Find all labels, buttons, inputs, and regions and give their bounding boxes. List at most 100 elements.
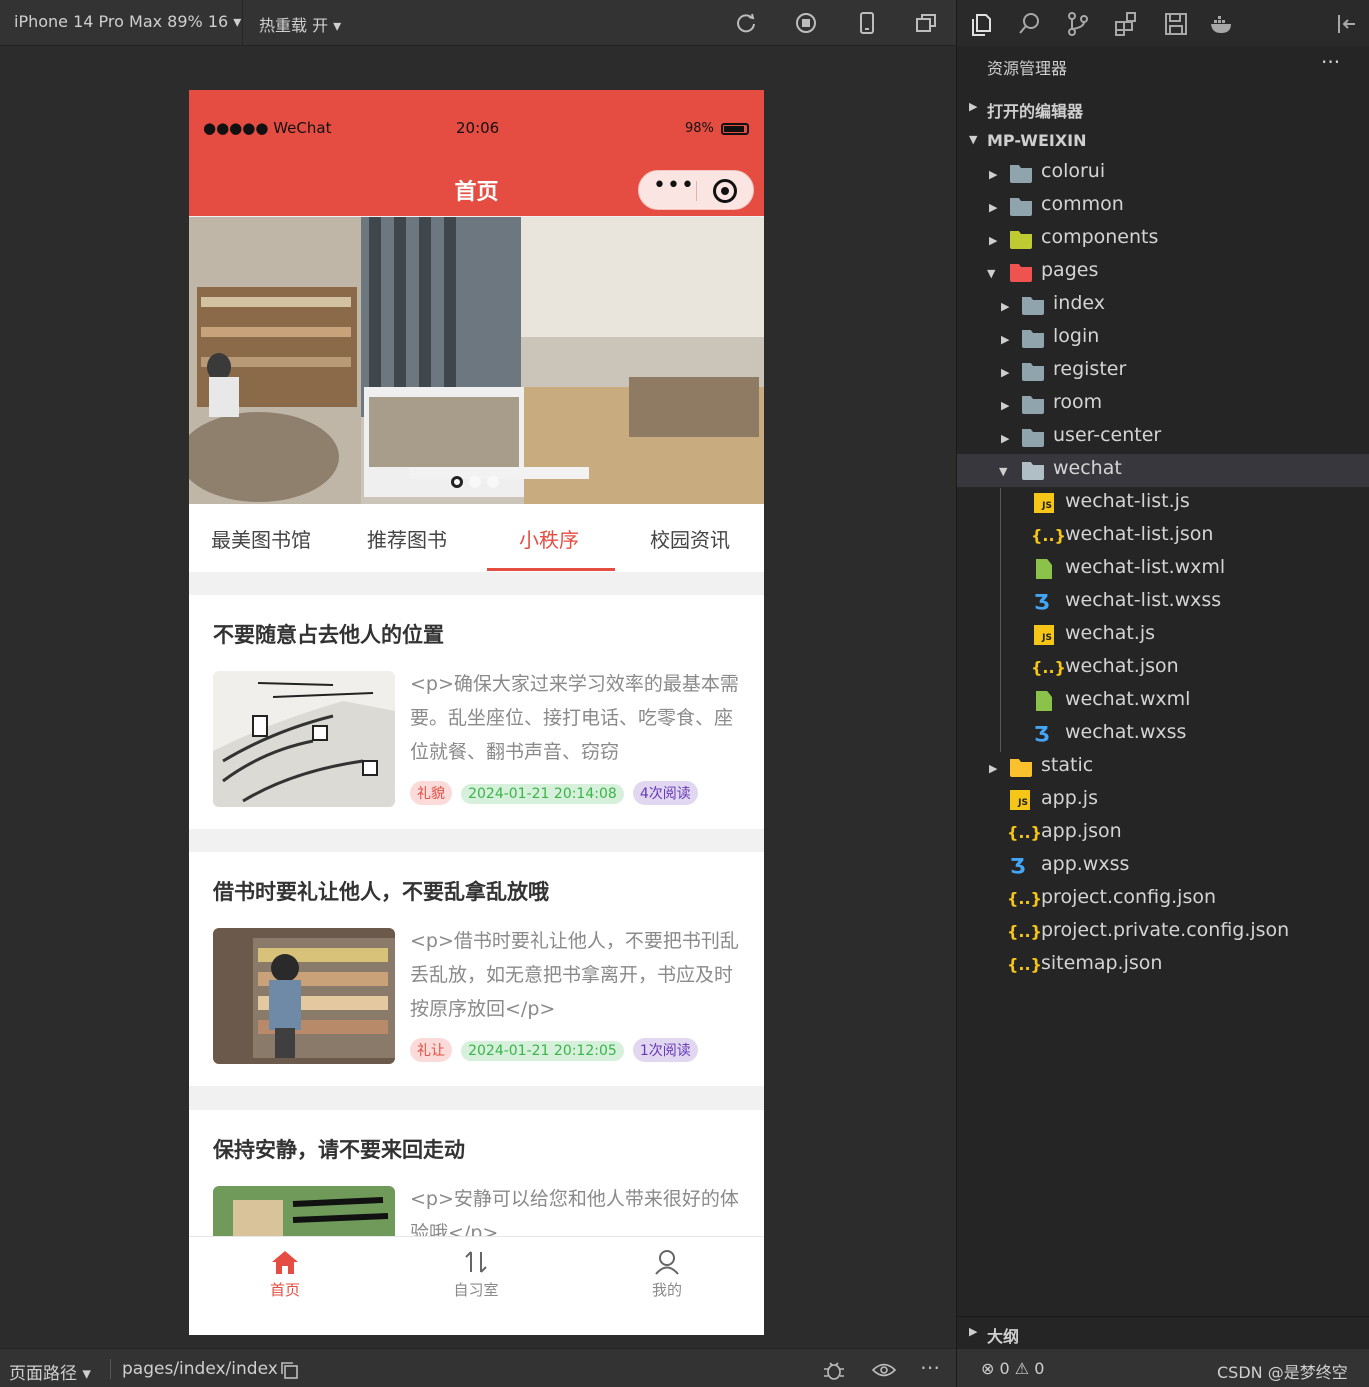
json-file-icon: {..} bbox=[1031, 658, 1066, 677]
tree-item-file[interactable]: {..} project.private.config.json bbox=[957, 916, 1369, 949]
collapse-panel-icon[interactable] bbox=[1335, 11, 1361, 37]
explorer-icon[interactable] bbox=[969, 11, 995, 37]
swiper-dot-active[interactable] bbox=[451, 476, 463, 488]
simulator-toolbar: iPhone 14 Pro Max 89% 16 ▾ 热重载 开 ▾ bbox=[0, 0, 956, 46]
eye-icon[interactable] bbox=[871, 1361, 897, 1383]
tree-item-folder[interactable]: ▶ user-center bbox=[957, 421, 1369, 454]
save-icon[interactable] bbox=[1163, 11, 1189, 37]
article-card[interactable]: 借书时要礼让他人，不要乱拿乱放哦 <p>借书时要礼让他人，不要把书刊乱丢乱放，如… bbox=[189, 852, 764, 1086]
phone-icon[interactable] bbox=[856, 12, 878, 34]
swiper-dot[interactable] bbox=[469, 476, 481, 488]
tree-item-label: wechat.json bbox=[1065, 655, 1179, 677]
device-selector[interactable]: iPhone 14 Pro Max 89% 16 ▾ bbox=[14, 12, 241, 31]
tree-item-file[interactable]: {..} app.json bbox=[957, 817, 1369, 850]
tree-item-folder[interactable]: ▶ register bbox=[957, 355, 1369, 388]
tree-item-label: wechat-list.json bbox=[1065, 523, 1214, 545]
article-thumbnail bbox=[213, 928, 395, 1064]
project-section[interactable]: ▼ MP-WEIXIN bbox=[957, 125, 1369, 157]
chevron-right-icon: ▶ bbox=[1001, 432, 1010, 445]
tabbar-home[interactable]: 首页 bbox=[225, 1249, 345, 1300]
tree-item-label: project.config.json bbox=[1041, 886, 1217, 908]
chevron-right-icon: ▶ bbox=[989, 762, 998, 775]
copy-icon[interactable] bbox=[280, 1361, 298, 1383]
debug-icon[interactable] bbox=[822, 1359, 846, 1385]
outline-section[interactable]: ▶ 大纲 bbox=[957, 1316, 1369, 1348]
chevron-down-icon: ▼ bbox=[999, 465, 1008, 478]
banner-swiper[interactable] bbox=[189, 217, 764, 504]
article-tags: 礼貌 2024-01-21 20:14:08 4次阅读 bbox=[410, 781, 702, 805]
hot-reload-toggle[interactable]: 热重载 开 ▾ bbox=[259, 12, 341, 36]
tree-item-file[interactable]: wechat.wxml bbox=[957, 685, 1369, 718]
wxss-file-icon: Ʒ bbox=[1010, 854, 1026, 878]
chevron-right-icon: ▶ bbox=[989, 168, 998, 181]
tree-item-folder[interactable]: ▶ login bbox=[957, 322, 1369, 355]
extensions-icon[interactable] bbox=[1113, 11, 1139, 37]
chevron-right-icon: ▶ bbox=[1001, 333, 1010, 346]
tree-item-file[interactable]: JS app.js bbox=[957, 784, 1369, 817]
tree-item-folder[interactable]: ▶ index bbox=[957, 289, 1369, 322]
tree-item-folder-selected[interactable]: ▼ wechat bbox=[957, 454, 1369, 487]
capsule-divider bbox=[696, 181, 697, 201]
tree-item-folder[interactable]: ▶ common bbox=[957, 190, 1369, 223]
more-options-icon[interactable]: ⋯ bbox=[920, 1355, 940, 1379]
tree-item-label: wechat.wxss bbox=[1065, 721, 1187, 743]
tabbar-study-room[interactable]: 自习室 bbox=[416, 1249, 536, 1300]
tree-item-folder[interactable]: ▶ room bbox=[957, 388, 1369, 421]
more-icon[interactable]: ••• bbox=[653, 173, 695, 198]
tab-small-order[interactable]: 小秩序 bbox=[519, 524, 579, 553]
tree-item-folder[interactable]: ▶ colorui bbox=[957, 157, 1369, 190]
article-title: 借书时要礼让他人，不要乱拿乱放哦 bbox=[213, 880, 549, 904]
page-path-selector[interactable]: 页面路径 ▾ bbox=[9, 1359, 91, 1384]
tree-item-label: app.wxss bbox=[1041, 853, 1130, 875]
category-tabs: 最美图书馆 推荐图书 小秩序 校园资讯 bbox=[189, 504, 764, 572]
tree-item-file[interactable]: {..} wechat-list.json bbox=[957, 520, 1369, 553]
watermark-credit: CSDN @是梦终空 bbox=[1217, 1363, 1348, 1382]
swiper-dot[interactable] bbox=[487, 476, 499, 488]
tree-item-file[interactable]: {..} project.config.json bbox=[957, 883, 1369, 916]
tabbar-mine[interactable]: 我的 bbox=[607, 1249, 727, 1300]
source-control-icon[interactable] bbox=[1065, 11, 1091, 37]
tree-item-label: wechat-list.js bbox=[1065, 490, 1190, 512]
problems-indicator[interactable]: ⊗ 0 ⚠ 0 bbox=[981, 1359, 1044, 1378]
search-icon[interactable] bbox=[1017, 11, 1043, 37]
category-tag: 礼让 bbox=[410, 1038, 452, 1062]
tree-item-folder[interactable]: ▶ components bbox=[957, 223, 1369, 256]
tree-item-file[interactable]: Ʒapp.wxss bbox=[957, 850, 1369, 883]
tree-item-file[interactable]: Ʒwechat-list.wxss bbox=[957, 586, 1369, 619]
article-card[interactable]: 不要随意占去他人的位置 <p>确保大家过来学习效率的最基本需要。乱坐座位、接打电… bbox=[189, 595, 764, 829]
open-editors-section[interactable]: ▶ 打开的编辑器 bbox=[957, 92, 1369, 124]
json-file-icon: {..} bbox=[1007, 889, 1042, 908]
folder-icon bbox=[1022, 396, 1044, 414]
section-label: 大纲 bbox=[987, 1327, 1020, 1346]
tree-item-file[interactable]: JS wechat.js bbox=[957, 619, 1369, 652]
section-label: 打开的编辑器 bbox=[987, 102, 1084, 121]
js-file-icon: JS bbox=[1010, 790, 1030, 810]
close-miniprogram-icon[interactable] bbox=[713, 179, 737, 203]
banner-image bbox=[189, 217, 764, 504]
tree-item-folder[interactable]: ▶ static bbox=[957, 751, 1369, 784]
tree-item-file[interactable]: {..} wechat.json bbox=[957, 652, 1369, 685]
tree-item-label: components bbox=[1041, 226, 1159, 248]
tree-item-file[interactable]: Ʒwechat.wxss bbox=[957, 718, 1369, 751]
tab-campus-news[interactable]: 校园资讯 bbox=[650, 524, 730, 553]
tree-item-file[interactable]: wechat-list.wxml bbox=[957, 553, 1369, 586]
tree-item-file[interactable]: {..} sitemap.json bbox=[957, 949, 1369, 982]
article-title: 不要随意占去他人的位置 bbox=[213, 623, 444, 647]
folder-icon bbox=[1022, 297, 1044, 315]
stop-icon[interactable] bbox=[795, 12, 817, 34]
tree-item-label: room bbox=[1053, 391, 1103, 413]
tabbar-label: 我的 bbox=[651, 1281, 682, 1299]
explorer-more-icon[interactable]: ··· bbox=[1321, 50, 1340, 74]
page-path-value: pages/index/index bbox=[122, 1359, 278, 1379]
views-tag: 1次阅读 bbox=[632, 1038, 698, 1062]
tab-beautiful-library[interactable]: 最美图书馆 bbox=[211, 524, 311, 553]
file-explorer: 资源管理器 ··· ▶ 打开的编辑器 ▼ MP-WEIXIN ▶ colorui … bbox=[956, 0, 1369, 1387]
tree-item-file[interactable]: JS wechat-list.js bbox=[957, 487, 1369, 520]
detach-window-icon[interactable] bbox=[915, 12, 937, 34]
refresh-icon[interactable] bbox=[735, 12, 757, 34]
battery-icon bbox=[721, 123, 749, 135]
docker-icon[interactable] bbox=[1209, 11, 1235, 37]
tree-item-folder[interactable]: ▼ pages bbox=[957, 256, 1369, 289]
article-thumbnail bbox=[213, 671, 395, 807]
tab-recommended-books[interactable]: 推荐图书 bbox=[367, 524, 447, 553]
